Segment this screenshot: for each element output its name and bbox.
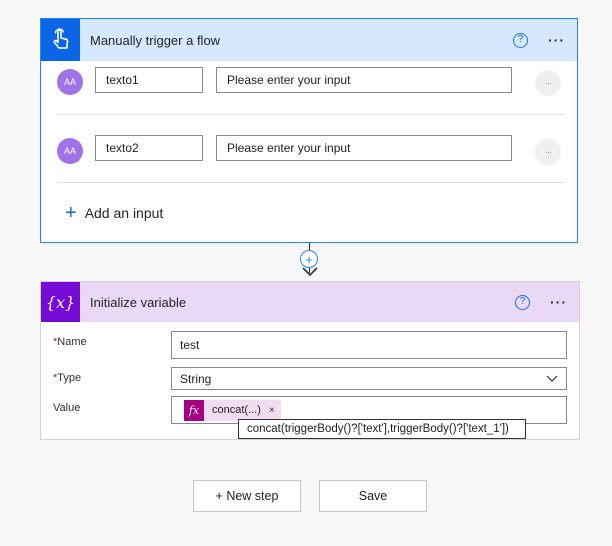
variable-card-header[interactable]: {x} Initialize variable ? ··· — [41, 282, 579, 322]
initialize-variable-card: {x} Initialize variable ? ··· *Name test… — [40, 281, 580, 440]
new-step-button[interactable]: + New step — [193, 480, 301, 512]
chevron-down-icon — [546, 372, 558, 386]
name-label-text: Name — [57, 336, 87, 348]
divider — [57, 182, 565, 183]
function-fx-icon: fx — [184, 399, 204, 421]
more-options-icon[interactable]: ··· — [548, 32, 565, 48]
input-placeholder-field[interactable]: Please enter your input — [216, 135, 512, 161]
trigger-card-header[interactable]: Manually trigger a flow ? ··· — [41, 19, 577, 61]
text-type-avatar-icon: AA — [57, 69, 83, 95]
input-row: AA texto1 Please enter your input ··· — [41, 66, 577, 110]
save-button[interactable]: Save — [319, 480, 427, 512]
input-placeholder-field[interactable]: Please enter your input — [216, 67, 512, 93]
value-label: Value — [53, 402, 81, 414]
variable-braces-icon: {x} — [41, 282, 80, 322]
expression-token[interactable]: fx concat(...) × — [184, 399, 281, 421]
hand-touch-icon — [41, 19, 80, 61]
variable-type-select[interactable]: String — [171, 367, 567, 390]
type-selected-value: String — [180, 371, 212, 386]
input-name-field[interactable]: texto2 — [95, 135, 203, 161]
trigger-card-title: Manually trigger a flow — [90, 32, 221, 48]
variable-name-input[interactable]: test — [171, 331, 567, 359]
help-icon[interactable]: ? — [515, 294, 530, 310]
trigger-card: Manually trigger a flow ? ··· AA texto1 … — [40, 18, 578, 243]
type-label-text: Type — [57, 372, 82, 384]
help-icon[interactable]: ? — [513, 32, 528, 48]
text-type-avatar-icon: AA — [57, 138, 83, 164]
add-input-label: Add an input — [84, 205, 164, 221]
add-input-button[interactable]: + Add an input — [65, 203, 163, 223]
input-name-field[interactable]: texto1 — [95, 67, 203, 93]
plus-icon: + — [65, 202, 77, 224]
expression-tooltip: concat(triggerBody()?['text'],triggerBod… — [238, 419, 526, 439]
more-options-icon[interactable]: ··· — [550, 294, 567, 310]
variable-card-title: Initialize variable — [90, 294, 187, 310]
token-text: concat(...) — [212, 404, 261, 416]
arrow-down-icon — [301, 266, 319, 281]
name-label: *Name — [53, 336, 87, 348]
input-row: AA texto2 Please enter your input ··· — [41, 135, 577, 179]
divider — [57, 114, 565, 115]
type-label: *Type — [53, 372, 81, 384]
input-more-button[interactable]: ··· — [535, 70, 561, 96]
remove-token-button[interactable]: × — [269, 405, 275, 416]
input-more-button[interactable]: ··· — [535, 139, 561, 165]
